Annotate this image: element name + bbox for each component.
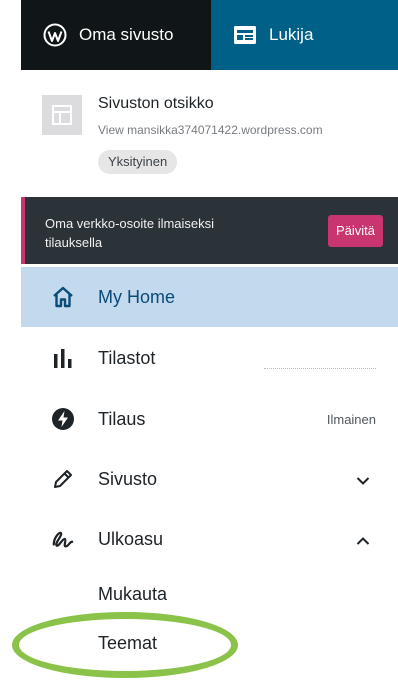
submenu-item-customize[interactable]: Mukauta [98, 584, 167, 605]
site-title: Sivuston otsikko [98, 95, 214, 112]
upgrade-button[interactable]: Päivitä [327, 215, 383, 247]
chevron-up-icon[interactable] [356, 533, 370, 551]
plan-bolt-icon [51, 407, 75, 431]
sidebar-item-label: Ulkoasu [98, 528, 164, 549]
top-navigation: Oma sivusto Lukija [21, 0, 398, 70]
site-url-link[interactable]: View mansikka374071422.wordpress.com [98, 123, 373, 137]
site-card[interactable]: Sivuston otsikko View mansikka374071422.… [21, 70, 398, 196]
sidebar-item-my-home[interactable]: My Home [21, 267, 398, 327]
tab-my-site[interactable]: Oma sivusto [21, 0, 211, 70]
sidebar-item-label: My Home [98, 286, 176, 307]
upgrade-banner: Oma verkko-osoite ilmaiseksi tilauksella… [21, 197, 398, 264]
sidebar-panel: Oma sivusto Lukija Sivuston otsikko View… [21, 0, 398, 688]
sidebar-item-site[interactable]: Sivusto [21, 449, 398, 509]
stats-sparkline [264, 368, 376, 369]
wordpress-logo-icon [43, 23, 67, 47]
tab-reader[interactable]: Lukija [211, 0, 398, 70]
plan-status-badge: Ilmainen [326, 411, 376, 427]
pencil-icon [51, 467, 75, 491]
upgrade-banner-text: Oma verkko-osoite ilmaiseksi tilauksella [45, 216, 215, 250]
sidebar-item-label: Sivusto [98, 468, 158, 489]
sidebar-item-stats[interactable]: Tilastot [21, 328, 398, 388]
home-icon [51, 285, 75, 309]
chevron-down-icon[interactable] [356, 473, 370, 491]
appearance-brush-icon [51, 527, 75, 551]
site-privacy-badge: Yksityinen [98, 150, 178, 174]
sidebar-item-label: Tilaus [98, 408, 146, 429]
stats-icon [51, 346, 75, 370]
site-icon [42, 95, 82, 135]
submenu-item-themes[interactable]: Teemat [98, 633, 157, 654]
tab-my-site-label: Oma sivusto [79, 25, 174, 44]
reader-icon [233, 25, 257, 45]
sidebar-item-appearance[interactable]: Ulkoasu [21, 509, 398, 569]
tab-reader-label: Lukija [269, 25, 314, 44]
sidebar-item-label: Tilastot [98, 347, 156, 368]
sidebar-item-plan[interactable]: Tilaus Ilmainen [21, 389, 398, 449]
